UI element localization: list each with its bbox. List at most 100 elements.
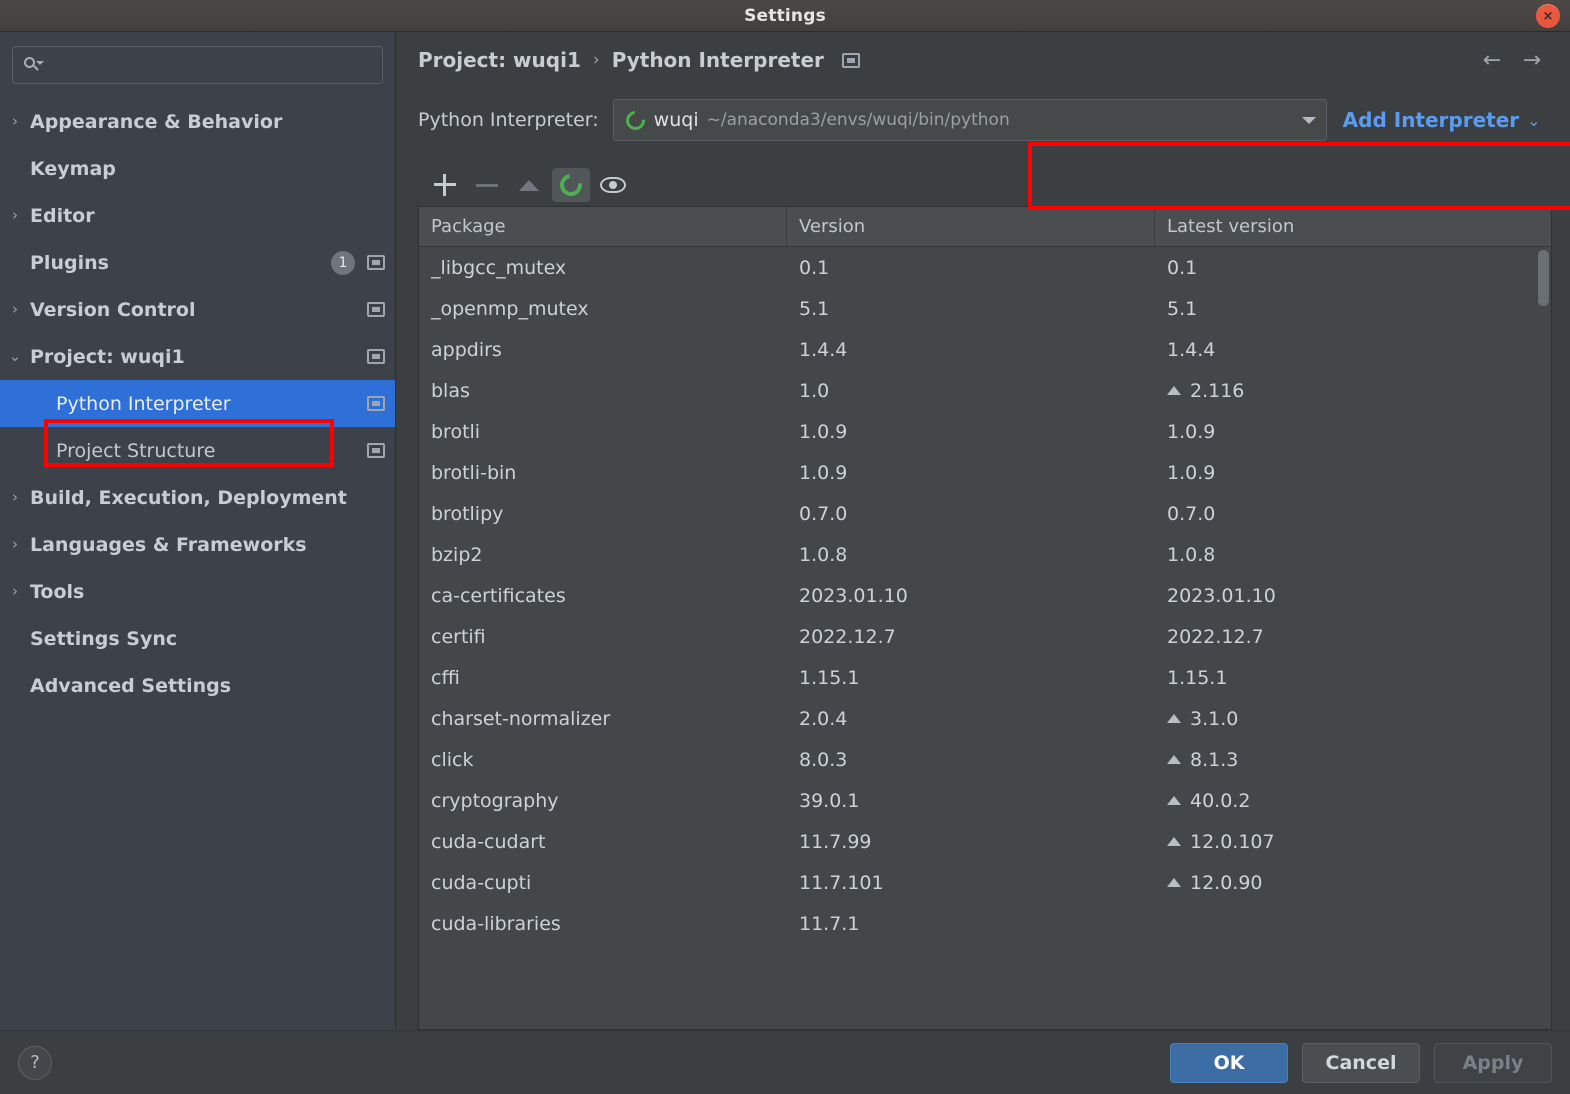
cell-package: cryptography	[431, 789, 559, 812]
sidebar-item-build-execution-deployment[interactable]: › Build, Execution, Deployment	[0, 474, 395, 521]
packages-toolbar	[418, 164, 1552, 206]
cell-latest-version: 1.4.4	[1155, 329, 1551, 370]
cell-version: 39.0.1	[799, 789, 860, 812]
copy-settings-path-icon[interactable]	[367, 443, 385, 458]
packages-scrollbar[interactable]	[1537, 248, 1550, 1028]
sidebar-item-python-interpreter[interactable]: Python Interpreter	[0, 380, 395, 427]
table-row[interactable]: cryptography 39.0.1 40.0.2	[419, 780, 1551, 821]
table-row[interactable]: blas 1.0 2.116	[419, 370, 1551, 411]
conda-toggle-button[interactable]	[552, 168, 590, 202]
chevron-right-icon[interactable]: ›	[0, 302, 30, 317]
table-row[interactable]: charset-normalizer 2.0.4 3.1.0	[419, 698, 1551, 739]
copy-settings-path-icon[interactable]	[367, 302, 385, 317]
table-row[interactable]: _openmp_mutex 5.1 5.1	[419, 288, 1551, 329]
cell-version: 1.0.9	[799, 461, 848, 484]
cell-package: _openmp_mutex	[431, 297, 589, 320]
close-icon[interactable]: ×	[1536, 4, 1560, 28]
sidebar-item-label: Advanced Settings	[30, 674, 232, 697]
sidebar-item-keymap[interactable]: Keymap	[0, 145, 395, 192]
sidebar-item-version-control[interactable]: › Version Control	[0, 286, 395, 333]
chevron-right-icon[interactable]: ›	[0, 208, 30, 223]
chevron-down-icon[interactable]	[1292, 100, 1326, 140]
chevron-right-icon[interactable]: ›	[0, 537, 30, 552]
sidebar-item-project-structure[interactable]: Project Structure	[0, 427, 395, 474]
cell-package: cffi	[431, 666, 460, 689]
chevron-right-icon[interactable]: ›	[0, 490, 30, 505]
scrollbar-thumb[interactable]	[1538, 250, 1549, 306]
cell-latest-version: 2.116	[1155, 370, 1551, 411]
table-row[interactable]: ca-certificates 2023.01.10 2023.01.10	[419, 575, 1551, 616]
sidebar-item-advanced-settings[interactable]: Advanced Settings	[0, 662, 395, 709]
settings-window: Settings × › Appearance & Behavior Keymap ›…	[0, 0, 1570, 1094]
sidebar-item-plugins[interactable]: Plugins 1	[0, 239, 395, 286]
sidebar-item-project-wuqi1[interactable]: ⌄ Project: wuqi1	[0, 333, 395, 380]
search-input[interactable]	[47, 56, 372, 74]
table-row[interactable]: brotlipy 0.7.0 0.7.0	[419, 493, 1551, 534]
chevron-down-icon[interactable]: ⌄	[0, 349, 30, 364]
latest-version-text: 12.0.90	[1190, 871, 1263, 894]
add-package-button[interactable]	[426, 168, 464, 202]
table-row[interactable]: certifi 2022.12.7 2022.12.7	[419, 616, 1551, 657]
copy-settings-path-icon[interactable]	[367, 255, 385, 270]
conda-icon	[555, 169, 587, 201]
forward-arrow-icon[interactable]: →	[1512, 43, 1552, 77]
cancel-button[interactable]: Cancel	[1302, 1042, 1420, 1083]
cell-package: appdirs	[431, 338, 502, 361]
interpreter-dropdown[interactable]: wuqi ~/anaconda3/envs/wuqi/bin/python	[612, 99, 1327, 141]
apply-button[interactable]: Apply	[1434, 1042, 1552, 1083]
column-header-latest-version[interactable]: Latest version	[1155, 207, 1551, 246]
eye-icon	[600, 177, 626, 193]
sidebar-item-appearance-behavior[interactable]: › Appearance & Behavior	[0, 98, 395, 145]
table-row[interactable]: cuda-cudart 11.7.99 12.0.107	[419, 821, 1551, 862]
table-row[interactable]: _libgcc_mutex 0.1 0.1	[419, 247, 1551, 288]
ok-button[interactable]: OK	[1170, 1042, 1288, 1083]
chevron-right-icon[interactable]: ›	[0, 584, 30, 599]
add-interpreter-label: Add Interpreter	[1342, 108, 1520, 132]
back-arrow-icon[interactable]: ←	[1472, 43, 1512, 77]
help-icon[interactable]: ?	[18, 1045, 52, 1080]
table-row[interactable]: brotli 1.0.9 1.0.9	[419, 411, 1551, 452]
table-row[interactable]: cuda-libraries 11.7.1	[419, 903, 1551, 944]
copy-settings-path-icon[interactable]	[367, 349, 385, 364]
sidebar-item-languages-frameworks[interactable]: › Languages & Frameworks	[0, 521, 395, 568]
copy-settings-path-icon[interactable]	[367, 396, 385, 411]
cell-version: 11.7.1	[799, 912, 860, 935]
packages-table-body: _libgcc_mutex 0.1 0.1 _openmp_mutex 5.1 5.1 ap…	[419, 247, 1551, 1029]
table-row[interactable]: appdirs 1.4.4 1.4.4	[419, 329, 1551, 370]
add-interpreter-button[interactable]: Add Interpreter ⌄	[1343, 108, 1541, 132]
column-header-version[interactable]: Version	[787, 207, 1155, 246]
latest-version-text: 1.15.1	[1167, 666, 1228, 689]
column-header-package[interactable]: Package	[419, 207, 787, 246]
conda-env-icon	[621, 106, 649, 134]
upgrade-available-icon	[1167, 714, 1181, 723]
cell-package: blas	[431, 379, 470, 402]
table-row[interactable]: brotli-bin 1.0.9 1.0.9	[419, 452, 1551, 493]
show-early-releases-button[interactable]	[594, 168, 632, 202]
cell-package: _libgcc_mutex	[431, 256, 567, 279]
breadcrumb-project[interactable]: Project: wuqi1	[418, 48, 581, 72]
cell-latest-version: 12.0.107	[1155, 821, 1551, 862]
cell-latest-version: 8.1.3	[1155, 739, 1551, 780]
upgrade-package-button[interactable]	[510, 168, 548, 202]
cell-latest-version: 2022.12.7	[1155, 616, 1551, 657]
table-row[interactable]: cuda-cupti 11.7.101 12.0.90	[419, 862, 1551, 903]
table-row[interactable]: cffi 1.15.1 1.15.1	[419, 657, 1551, 698]
packages-panel: Package Version Latest version _libgcc_m…	[418, 164, 1552, 1030]
latest-version-text: 2.116	[1190, 379, 1245, 402]
latest-version-text: 8.1.3	[1190, 748, 1239, 771]
sidebar-item-tools[interactable]: › Tools	[0, 568, 395, 615]
remove-package-button[interactable]	[468, 168, 506, 202]
cell-package: ca-certificates	[431, 584, 566, 607]
chevron-right-icon[interactable]: ›	[0, 114, 30, 129]
cell-package: brotlipy	[431, 502, 504, 525]
sidebar-item-editor[interactable]: › Editor	[0, 192, 395, 239]
cell-latest-version: 0.1	[1155, 247, 1551, 288]
table-row[interactable]: click 8.0.3 8.1.3	[419, 739, 1551, 780]
cell-latest-version: 2023.01.10	[1155, 575, 1551, 616]
copy-settings-path-icon[interactable]	[841, 52, 860, 68]
sidebar-item-label: Tools	[30, 580, 85, 603]
search-box[interactable]	[12, 46, 383, 84]
sidebar-item-settings-sync[interactable]: Settings Sync	[0, 615, 395, 662]
upgrade-available-icon	[1167, 796, 1181, 805]
table-row[interactable]: bzip2 1.0.8 1.0.8	[419, 534, 1551, 575]
